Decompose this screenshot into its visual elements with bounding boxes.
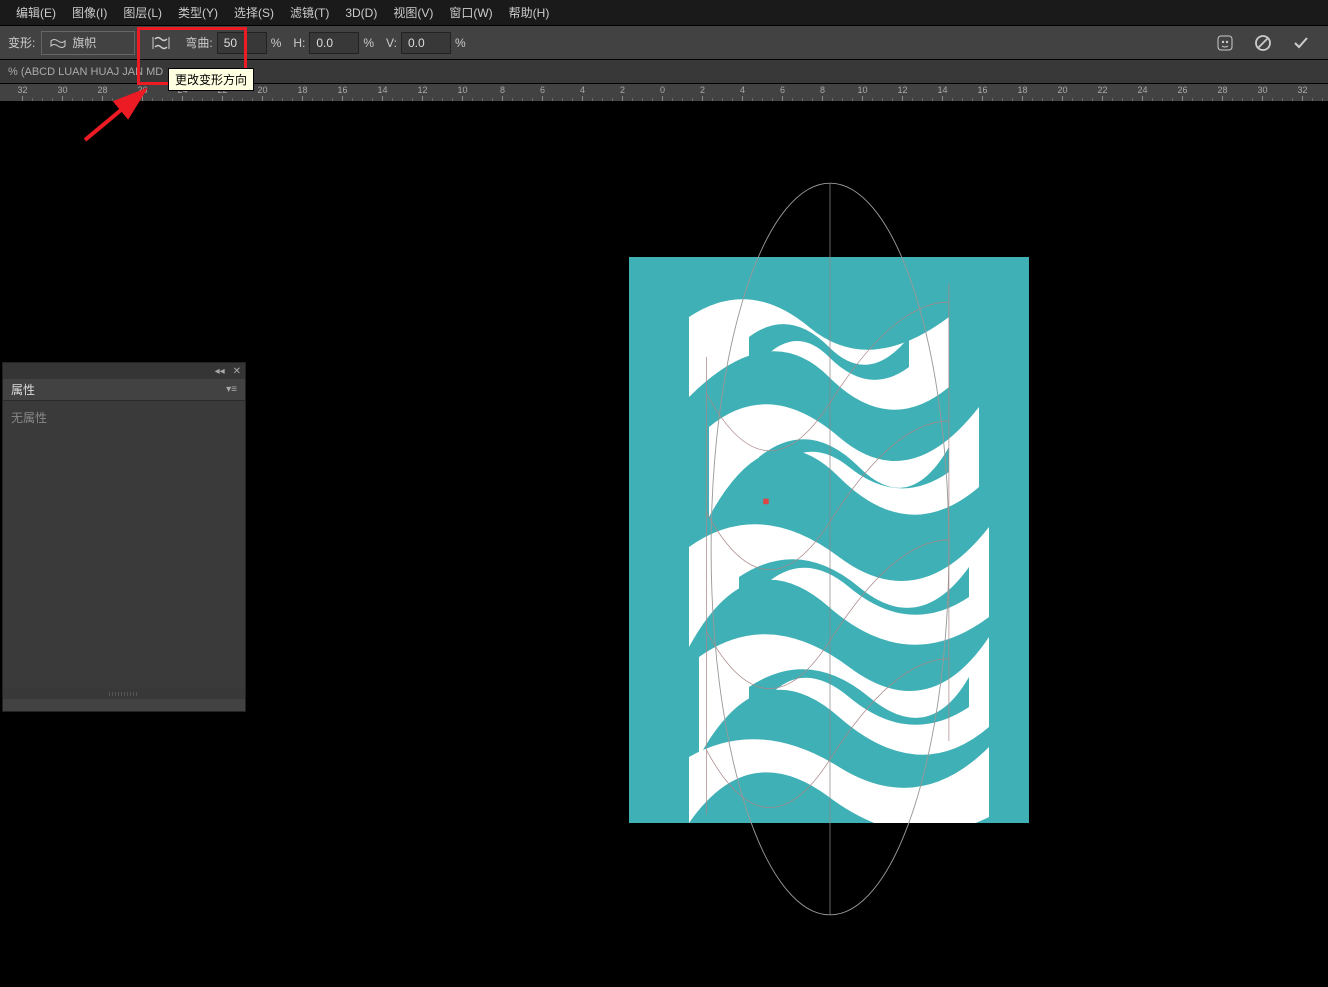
- properties-tab[interactable]: 属性: [11, 381, 35, 398]
- ruler-tick: 6: [542, 84, 543, 102]
- ruler-tick: 32: [22, 84, 23, 102]
- ruler-tick: 30: [62, 84, 63, 102]
- ruler-tick: 26: [142, 84, 143, 102]
- orientation-tooltip: 更改变形方向: [168, 68, 254, 91]
- ruler-tick: 8: [822, 84, 823, 102]
- bend-percent: %: [271, 36, 282, 50]
- panel-body: 无属性: [3, 401, 245, 689]
- menu-window[interactable]: 窗口(W): [441, 4, 500, 21]
- ruler-tick: 2: [702, 84, 703, 102]
- ruler-tick: 14: [382, 84, 383, 102]
- ruler-tick: 22: [1102, 84, 1103, 102]
- options-bar: 变形: 旗帜 弯曲: % H: % V: %: [0, 26, 1328, 60]
- bend-label: 弯曲:: [185, 34, 212, 51]
- menu-bar: 编辑(E) 图像(I) 图层(L) 类型(Y) 选择(S) 滤镜(T) 3D(D…: [0, 0, 1328, 26]
- panel-control-strip: ◂◂ ✕: [3, 363, 245, 379]
- ruler-tick: 28: [1222, 84, 1223, 102]
- panel-header: 属性 ▾≡: [3, 379, 245, 401]
- ruler-tick: 20: [262, 84, 263, 102]
- ruler-tick: 8: [502, 84, 503, 102]
- bend-input[interactable]: [217, 32, 267, 54]
- canvas-area[interactable]: ◂◂ ✕ 属性 ▾≡ 无属性: [0, 102, 1328, 987]
- ruler-tick: 26: [1182, 84, 1183, 102]
- toolbar-right-controls: [1214, 32, 1312, 54]
- ruler-tick: 0: [662, 84, 663, 102]
- ruler-tick: 18: [1022, 84, 1023, 102]
- free-transform-toggle-icon[interactable]: [1214, 32, 1236, 54]
- collapse-panel-icon[interactable]: ◂◂: [215, 366, 225, 377]
- ruler-tick: 30: [1262, 84, 1263, 102]
- ruler-tick: 4: [742, 84, 743, 102]
- ruler-tick: 12: [422, 84, 423, 102]
- artwork-canvas: [629, 257, 1029, 823]
- ruler-tick: 12: [902, 84, 903, 102]
- v-label: V:: [386, 36, 397, 50]
- menu-help[interactable]: 帮助(H): [501, 4, 558, 21]
- ruler-tick: 18: [302, 84, 303, 102]
- menu-layer[interactable]: 图层(L): [115, 4, 170, 21]
- ruler-tick: 16: [982, 84, 983, 102]
- cancel-transform-icon[interactable]: [1252, 32, 1274, 54]
- v-distort-input[interactable]: [401, 32, 451, 54]
- panel-resize-grip[interactable]: [3, 689, 245, 699]
- v-percent: %: [455, 36, 466, 50]
- ruler-tick: 2: [622, 84, 623, 102]
- menu-filter[interactable]: 滤镜(T): [282, 4, 337, 21]
- h-distort-input[interactable]: [309, 32, 359, 54]
- ruler-tick: 28: [102, 84, 103, 102]
- menu-image[interactable]: 图像(I): [64, 4, 115, 21]
- ruler-tick: 10: [862, 84, 863, 102]
- warp-style-dropdown[interactable]: 旗帜: [41, 31, 135, 55]
- menu-view[interactable]: 视图(V): [385, 4, 441, 21]
- ruler-tick: 24: [1142, 84, 1143, 102]
- ruler-tick: 20: [1062, 84, 1063, 102]
- ruler-tick: 10: [462, 84, 463, 102]
- flag-warp-icon: [50, 37, 66, 49]
- menu-edit[interactable]: 编辑(E): [8, 4, 64, 21]
- h-label: H:: [293, 36, 305, 50]
- warp-label: 变形:: [8, 34, 35, 51]
- no-properties-label: 无属性: [11, 411, 47, 425]
- close-panel-icon[interactable]: ✕: [233, 366, 241, 377]
- document-tab[interactable]: % (ABCD LUAN HUAJ JAN MD: [8, 66, 163, 78]
- ruler-tick: 6: [782, 84, 783, 102]
- commit-transform-icon[interactable]: [1290, 32, 1312, 54]
- menu-select[interactable]: 选择(S): [226, 4, 282, 21]
- ruler-tick: 14: [942, 84, 943, 102]
- menu-type[interactable]: 类型(Y): [170, 4, 226, 21]
- change-warp-orientation-button[interactable]: [147, 29, 175, 57]
- ruler-tick: 32: [1302, 84, 1303, 102]
- properties-panel: ◂◂ ✕ 属性 ▾≡ 无属性: [2, 362, 246, 712]
- panel-menu-icon[interactable]: ▾≡: [226, 384, 237, 395]
- ruler-tick: 16: [342, 84, 343, 102]
- h-percent: %: [363, 36, 374, 50]
- warp-style-value: 旗帜: [72, 34, 96, 51]
- menu-3d[interactable]: 3D(D): [337, 6, 385, 20]
- ruler-tick: 4: [582, 84, 583, 102]
